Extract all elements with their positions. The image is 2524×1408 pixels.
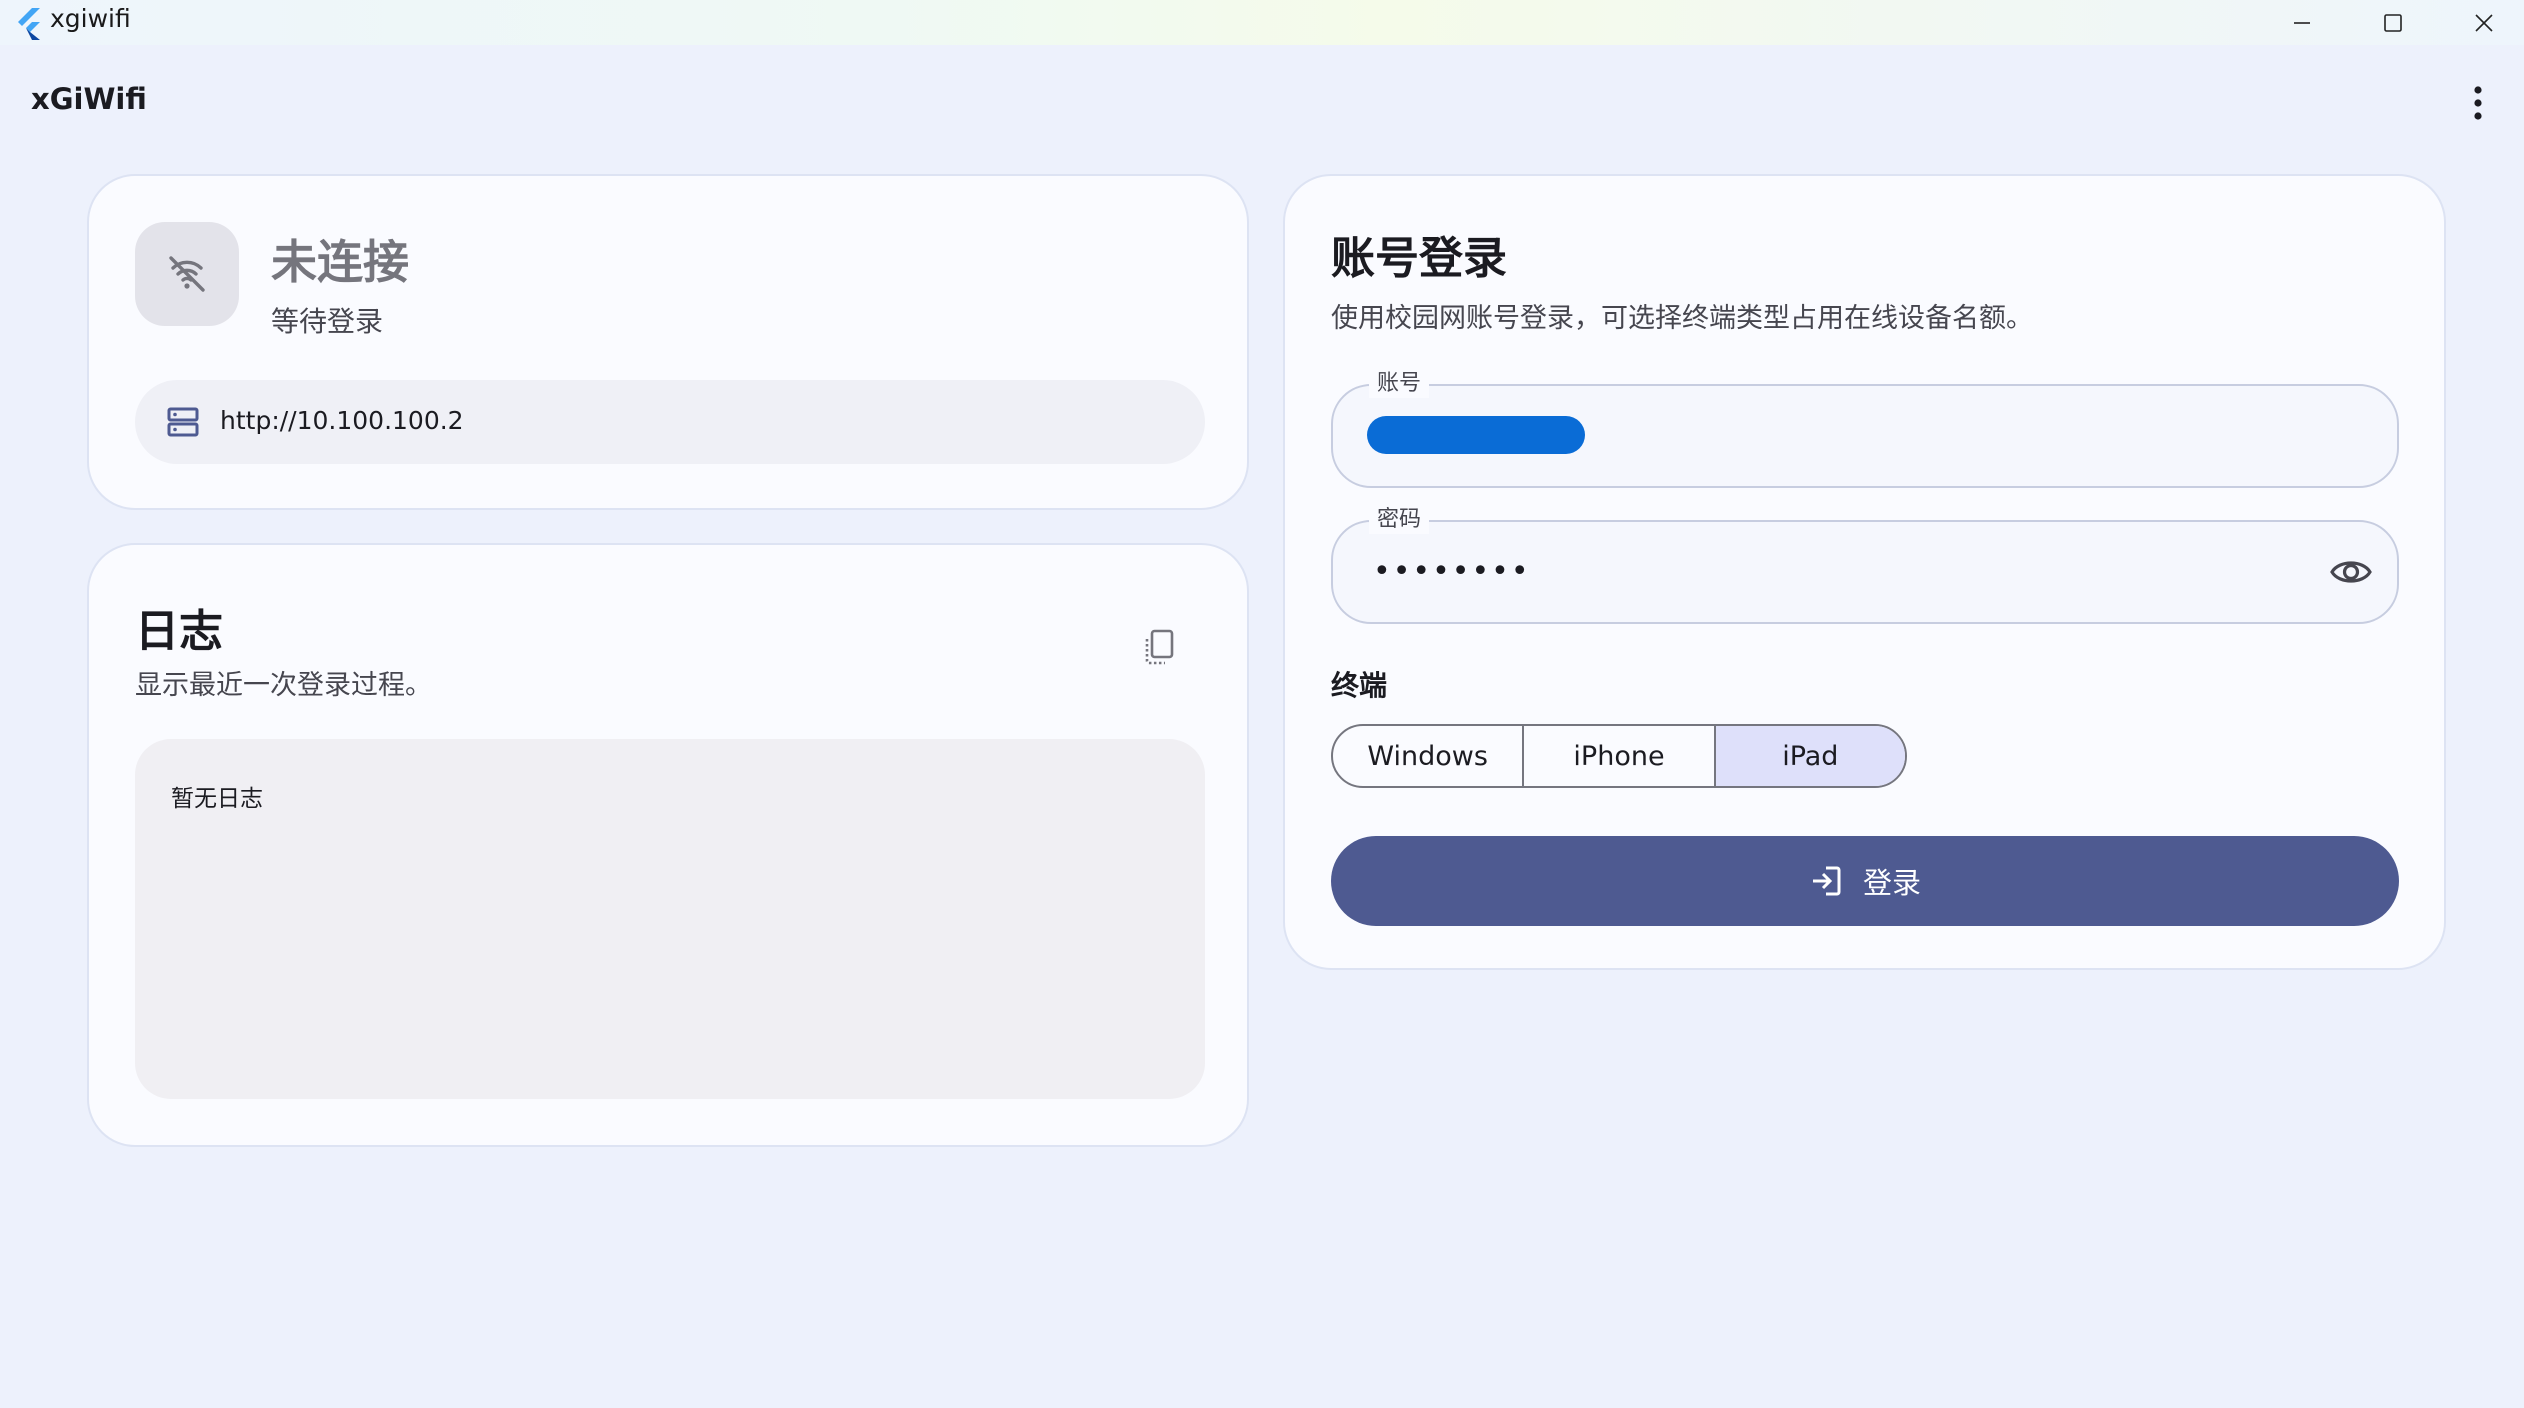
login-button-label: 登录 (1862, 866, 1921, 900)
minimize-button[interactable] (2256, 0, 2348, 45)
close-button[interactable] (2438, 0, 2524, 45)
login-card: 账号登录 使用校园网账号登录，可选择终端类型占用在线设备名额。 账号 密码 ••… (1283, 174, 2446, 970)
account-field[interactable]: 账号 (1331, 370, 2399, 488)
terminal-option-ipad[interactable]: iPad (1715, 726, 1905, 786)
server-url: http://10.100.100.2 (220, 406, 464, 435)
log-title: 日志 (135, 606, 223, 657)
window-title: xgiwifi (50, 4, 131, 33)
terminal-segmented-control: Windows iPhone iPad (1331, 724, 1907, 788)
copy-icon (1145, 629, 1174, 665)
account-field-label: 账号 (1369, 370, 1430, 398)
server-url-chip: http://10.100.100.2 (135, 380, 1205, 464)
status-card: 未连接 等待登录 http://10.100.100.2 (87, 174, 1249, 510)
toggle-password-visibility-button[interactable] (2323, 544, 2379, 600)
terminal-option-windows[interactable]: Windows (1333, 726, 1525, 786)
terminal-label: 终端 (1331, 669, 1388, 702)
account-value-redacted (1367, 416, 1585, 454)
login-title: 账号登录 (1331, 233, 1507, 284)
login-subtitle: 使用校园网账号登录，可选择终端类型占用在线设备名额。 (1331, 303, 2033, 334)
more-vert-icon (2474, 86, 2482, 120)
status-avatar (135, 222, 239, 326)
password-field-label: 密码 (1369, 506, 1430, 534)
password-field[interactable]: 密码 •••••••• (1331, 506, 2399, 624)
maximize-icon (2384, 13, 2402, 32)
connection-status-subtitle: 等待登录 (271, 305, 384, 338)
dns-server-icon (167, 407, 199, 437)
connection-status-title: 未连接 (271, 235, 409, 289)
log-empty-text: 暂无日志 (171, 786, 263, 812)
eye-icon (2330, 561, 2372, 583)
log-card: 日志 显示最近一次登录过程。 暂无日志 (87, 543, 1249, 1147)
more-menu-button[interactable] (2451, 76, 2505, 130)
minimize-icon (2294, 21, 2310, 24)
log-subtitle: 显示最近一次登录过程。 (135, 670, 432, 701)
terminal-option-iphone[interactable]: iPhone (1524, 726, 1716, 786)
password-value[interactable]: •••••••• (1373, 554, 2273, 589)
wifi-off-icon (169, 256, 205, 292)
log-output: 暂无日志 (135, 739, 1205, 1099)
maximize-button[interactable] (2347, 0, 2439, 45)
window-titlebar[interactable]: xgiwifi (0, 0, 2524, 45)
app-title: xGiWifi (31, 82, 147, 116)
login-submit-button[interactable]: 登录 (1331, 836, 2399, 926)
close-icon (2475, 13, 2493, 32)
copy-log-button[interactable] (1129, 617, 1189, 677)
flutter-logo-icon (18, 8, 40, 40)
login-icon (1812, 866, 1841, 896)
